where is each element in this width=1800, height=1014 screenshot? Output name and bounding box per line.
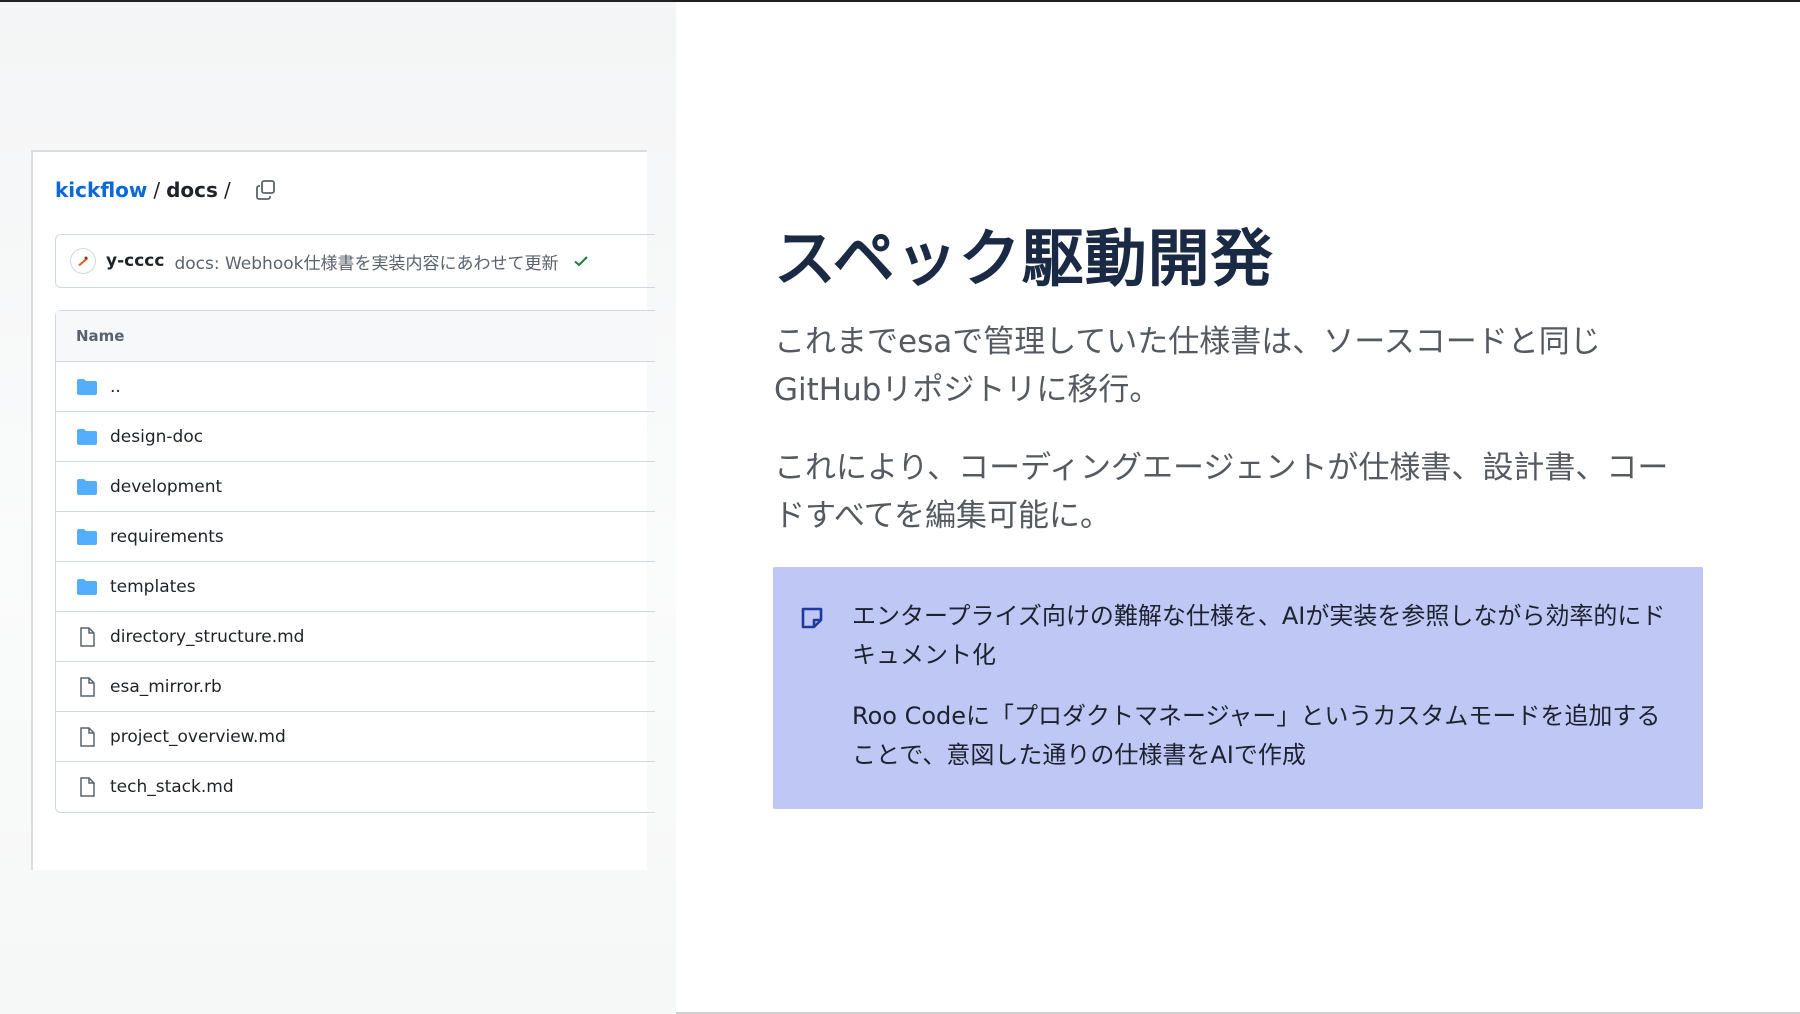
table-row[interactable]: design-doc xyxy=(56,412,655,462)
column-header-name: Name xyxy=(56,311,655,362)
commit-message[interactable]: docs: Webhook仕様書を実装内容にあわせて更新 xyxy=(174,249,558,274)
body-paragraph-2: これにより、コーディングエージェントが仕様書、設計書、コードすべてを編集可能に。 xyxy=(774,450,1669,534)
breadcrumb-repo-link[interactable]: kickflow xyxy=(55,178,147,202)
breadcrumb: kickflow / docs / xyxy=(55,178,277,202)
table-row[interactable]: tech_stack.md xyxy=(56,762,655,812)
table-row[interactable]: project_overview.md xyxy=(56,712,655,762)
folder-icon xyxy=(76,527,98,547)
file-name[interactable]: directory_structure.md xyxy=(110,627,304,647)
file-name[interactable]: esa_mirror.rb xyxy=(110,677,222,697)
table-row[interactable]: templates xyxy=(56,562,655,612)
slide-title: スペック駆動開発 xyxy=(774,222,1274,295)
file-name[interactable]: .. xyxy=(110,377,121,397)
screenshot-panel: kickflow / docs / y-cccc docs: Webhook仕様… xyxy=(0,2,676,1014)
table-row[interactable]: directory_structure.md xyxy=(56,612,655,662)
file-name[interactable]: tech_stack.md xyxy=(110,777,234,797)
folder-icon xyxy=(76,427,98,447)
folder-icon xyxy=(76,377,98,397)
file-icon xyxy=(76,676,98,697)
github-repo-screenshot: kickflow / docs / y-cccc docs: Webhook仕様… xyxy=(31,150,655,870)
file-name[interactable]: templates xyxy=(110,577,196,597)
breadcrumb-separator: / xyxy=(223,178,231,202)
breadcrumb-folder: docs xyxy=(166,178,218,202)
file-name[interactable]: project_overview.md xyxy=(110,727,286,747)
copy-path-icon[interactable] xyxy=(255,179,277,201)
table-row[interactable]: esa_mirror.rb xyxy=(56,662,655,712)
table-row[interactable]: development xyxy=(56,462,655,512)
body-paragraph-1: これまでesaで管理していた仕様書は、ソースコードと同じGitHubリポジトリに… xyxy=(774,324,1601,408)
latest-commit[interactable]: y-cccc docs: Webhook仕様書を実装内容にあわせて更新 xyxy=(55,234,655,288)
callout-box: エンタープライズ向けの難解な仕様を、AIが実装を参照しながら効率的にドキュメント… xyxy=(773,567,1703,809)
folder-icon xyxy=(76,477,98,497)
commit-author[interactable]: y-cccc xyxy=(106,251,164,271)
folder-icon xyxy=(76,577,98,597)
check-icon xyxy=(572,252,590,270)
file-icon xyxy=(76,726,98,747)
file-icon xyxy=(76,777,98,797)
table-row[interactable]: requirements xyxy=(56,512,655,562)
file-name[interactable]: design-doc xyxy=(110,427,203,447)
file-name[interactable]: requirements xyxy=(110,527,224,547)
callout-text-1: エンタープライズ向けの難解な仕様を、AIが実装を参照しながら効率的にドキュメント… xyxy=(852,602,1666,669)
note-icon xyxy=(799,605,825,631)
avatar xyxy=(70,248,96,274)
file-name[interactable]: development xyxy=(110,477,222,497)
file-table: Name .. design-doc development requireme… xyxy=(55,310,655,813)
callout-text-2: Roo Codeに「プロダクトマネージャー」というカスタムモードを追加することで… xyxy=(852,702,1661,769)
table-row[interactable]: .. xyxy=(56,362,655,412)
file-icon xyxy=(76,626,98,647)
breadcrumb-separator: / xyxy=(153,178,161,202)
